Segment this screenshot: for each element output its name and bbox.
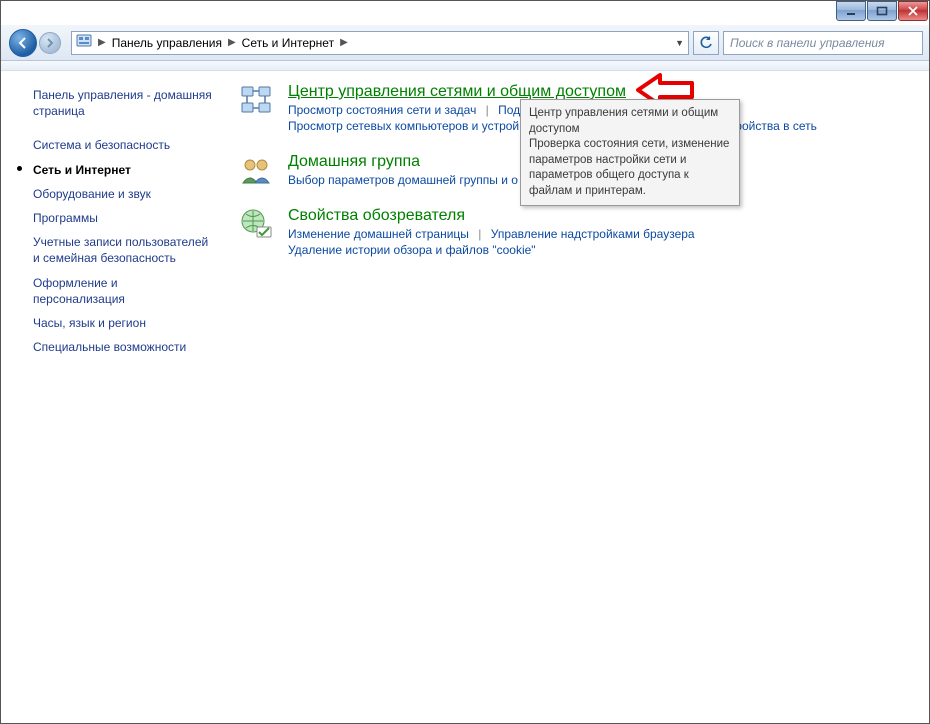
main-content: Центр управления сетями и общим доступом… [226, 71, 929, 723]
navigation-bar: ▶ Панель управления ▶ Сеть и Интернет ▶ … [1, 25, 929, 61]
task-link[interactable]: Удаление истории обзора и файлов "cookie… [288, 243, 536, 257]
control-panel-icon [76, 33, 92, 52]
network-sharing-icon [236, 83, 276, 133]
maximize-button[interactable] [867, 1, 897, 21]
category-title-link[interactable]: Свойства обозревателя [288, 207, 465, 224]
task-link[interactable]: Управление надстройками браузера [491, 227, 695, 241]
tooltip-title: Центр управления сетями и общим доступом [529, 106, 731, 137]
sidebar-item-network-internet[interactable]: Сеть и Интернет [1, 158, 226, 182]
sidebar-item-ease-of-access[interactable]: Специальные возможности [1, 335, 226, 359]
search-placeholder: Поиск в панели управления [730, 36, 885, 50]
sidebar-item-user-accounts[interactable]: Учетные записи пользователей и семейная … [1, 230, 226, 270]
sidebar-item-appearance[interactable]: Оформление и персонализация [1, 271, 226, 311]
refresh-button[interactable] [693, 31, 719, 55]
task-divider: | [480, 103, 495, 117]
category-title-link[interactable]: Центр управления сетями и общим доступом [288, 83, 626, 100]
close-button[interactable] [898, 1, 928, 21]
homegroup-icon [236, 153, 276, 187]
minimize-button[interactable] [836, 1, 866, 21]
category-internet-options: Свойства обозревателя Изменение домашней… [236, 207, 919, 257]
sidebar-home[interactable]: Панель управления - домашняя страница [1, 83, 226, 123]
category-title-link[interactable]: Домашняя группа [288, 153, 420, 170]
chevron-right-icon: ▶ [98, 37, 106, 48]
breadcrumb-item[interactable]: Панель управления [112, 36, 222, 50]
search-input[interactable]: Поиск в панели управления [723, 31, 923, 55]
task-divider: | [472, 227, 487, 241]
toolbar-strip [1, 61, 929, 71]
sidebar-item-programs[interactable]: Программы [1, 206, 226, 230]
task-link[interactable]: Просмотр сетевых компьютеров и устрой [288, 119, 519, 133]
address-dropdown-icon[interactable]: ▼ [675, 38, 684, 48]
internet-options-icon [236, 207, 276, 257]
task-link[interactable]: Под [498, 103, 520, 117]
task-link[interactable]: Изменение домашней страницы [288, 227, 469, 241]
forward-button[interactable] [39, 32, 61, 54]
sidebar-item-system-security[interactable]: Система и безопасность [1, 133, 226, 157]
breadcrumb-item[interactable]: Сеть и Интернет [242, 36, 334, 50]
sidebar: Панель управления - домашняя страница Си… [1, 71, 226, 723]
address-bar[interactable]: ▶ Панель управления ▶ Сеть и Интернет ▶ … [71, 31, 689, 55]
back-button[interactable] [9, 29, 37, 57]
task-link[interactable]: Выбор параметров домашней группы и о [288, 173, 518, 187]
window-controls [836, 1, 929, 24]
chevron-right-icon: ▶ [228, 37, 236, 48]
sidebar-item-hardware-sound[interactable]: Оборудование и звук [1, 182, 226, 206]
chevron-right-icon: ▶ [340, 37, 348, 48]
tooltip-body: Проверка состояния сети, изменение парам… [529, 137, 731, 199]
tooltip: Центр управления сетями и общим доступом… [520, 99, 740, 206]
task-link[interactable]: тройства в сеть [730, 119, 817, 133]
sidebar-item-clock-language[interactable]: Часы, язык и регион [1, 311, 226, 335]
task-link[interactable]: Просмотр состояния сети и задач [288, 103, 476, 117]
